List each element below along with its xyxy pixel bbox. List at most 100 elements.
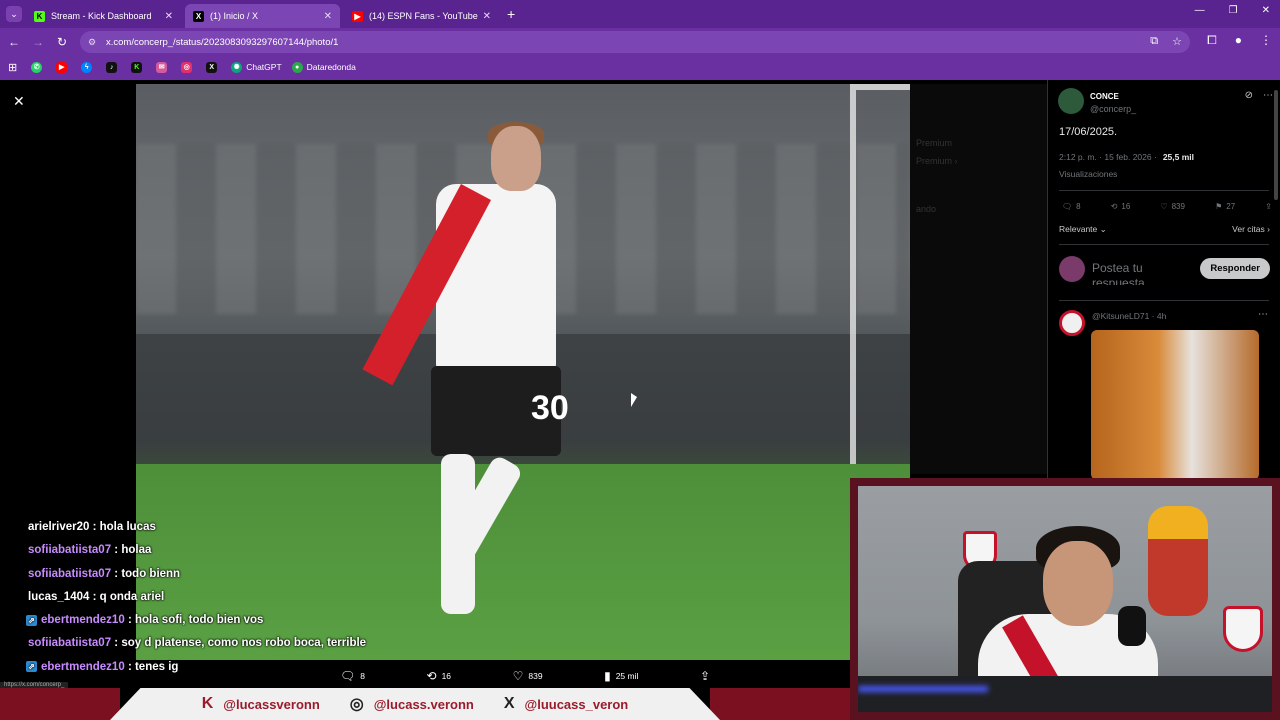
close-icon[interactable]: ✕ <box>13 93 25 110</box>
repost-button[interactable]: ⟲ 16 <box>1111 202 1131 211</box>
bookmark-whatsapp[interactable]: ✆ <box>31 61 46 73</box>
tweet-side-panel: CONCE @concerp_ ⊘ ⋯ 17/06/2025. 2:12 p. … <box>1047 80 1280 480</box>
bookmark-label: ChatGPT <box>246 62 282 72</box>
install-app-icon[interactable]: ⧉ <box>1150 35 1158 48</box>
bookmark-chatgpt[interactable]: ✺ ChatGPT <box>231 61 282 73</box>
tab-youtube[interactable]: ▶ (14) ESPN Fans - YouTube ✕ <box>344 4 499 28</box>
bookmark-kick[interactable]: K <box>131 61 146 73</box>
reply-button[interactable]: 🗨 8 <box>340 669 365 683</box>
close-icon[interactable]: ✕ <box>324 11 332 22</box>
jersey-number: 30 <box>531 389 569 427</box>
user-handle[interactable]: @concerp_ <box>1090 104 1136 114</box>
tweet-timestamp[interactable]: 2:12 p. m. · 15 feb. 2026 · <box>1059 152 1157 162</box>
avatar[interactable] <box>1059 310 1085 336</box>
grok-icon[interactable]: ⊘ <box>1245 90 1253 101</box>
repost-icon: ⟲ <box>1110 202 1118 211</box>
anime-figure <box>1148 506 1208 616</box>
repost-count: 16 <box>441 671 452 681</box>
bookmark-button[interactable]: ⚑ 27 <box>1215 202 1235 211</box>
address-bar[interactable]: ⚙ x.com/concerp_/status/2023083093297607… <box>80 31 1190 53</box>
tweet-meta: 2:12 p. m. · 15 feb. 2026 · 25,5 mil <box>1059 152 1194 162</box>
tiktok-icon: ♪ <box>106 61 118 73</box>
divider <box>1059 190 1269 191</box>
webcam-overlay <box>850 478 1280 720</box>
bookmark-youtube[interactable]: ▶ <box>56 61 71 73</box>
like-count: 839 <box>1171 202 1185 211</box>
more-icon[interactable]: ⋯ <box>1263 90 1273 101</box>
tab-kick-dashboard[interactable]: K Stream - Kick Dashboard ✕ <box>26 4 181 28</box>
like-button[interactable]: ♡ 839 <box>513 669 543 683</box>
x-icon: X <box>206 61 218 73</box>
reply-input[interactable]: Postea tu respuesta <box>1092 261 1172 285</box>
chat-message: sofiiabatiista07 : soy d platense, como … <box>0 633 420 656</box>
repost-button[interactable]: ⟲ 16 <box>427 669 452 683</box>
led-strip <box>858 686 988 692</box>
avatar[interactable] <box>1058 88 1084 114</box>
close-icon[interactable]: ✕ <box>483 11 491 22</box>
chat-message: arielriver20 : hola lucas <box>0 517 420 540</box>
share-button[interactable]: ⇪ <box>1265 202 1272 211</box>
like-button[interactable]: ♡ 839 <box>1160 202 1185 211</box>
quotes-link[interactable]: Ver citas › <box>1232 224 1270 234</box>
bookmark-instagram[interactable]: ◎ <box>181 61 196 73</box>
chevron-down-icon: ⌄ <box>1099 224 1107 234</box>
reply-handle[interactable]: @KitsuneLD71 · 4h <box>1092 311 1166 321</box>
chat-username: arielriver20 <box>28 521 90 533</box>
forward-icon[interactable]: → <box>26 35 50 49</box>
bookmark-dataredonda[interactable]: ● Dataredonda <box>291 61 356 73</box>
browser-chrome: ⌄ K Stream - Kick Dashboard ✕ X (1) Inic… <box>0 0 1280 80</box>
site-info-icon[interactable]: ⚙ <box>88 37 98 48</box>
more-icon[interactable]: ⋯ <box>1258 309 1268 320</box>
bookmark-tiktok[interactable]: ♪ <box>106 61 121 73</box>
chat-text: : soy d platense, como nos robo boca, te… <box>114 637 367 650</box>
social-handles-banner: K @lucassveronn ◎ @lucass.veronn X @luucass… <box>110 688 720 720</box>
chat-text: : holaa <box>114 544 152 557</box>
share-icon: ⇪ <box>699 669 710 683</box>
bookmark-mail[interactable]: ✉ <box>156 61 171 73</box>
chat-username: lucas_1404 <box>28 590 90 603</box>
instagram-icon: ◎ <box>349 696 364 713</box>
scrollbar[interactable] <box>1274 90 1278 200</box>
view-count: 25 mil <box>615 671 639 681</box>
profile-avatar[interactable]: ● <box>1235 33 1242 48</box>
divider <box>1059 300 1269 301</box>
bookmarks-bar: ⊞ ✆ ▶ ϟ ♪ K ✉ ◎ X ✺ ChatGPT ● Dataredonda <box>0 56 1280 78</box>
chat-username: sofiiabatiista07 <box>28 567 112 580</box>
bookmark-messenger[interactable]: ϟ <box>81 61 96 73</box>
new-tab-button[interactable]: + <box>507 6 515 22</box>
webcam-feed <box>858 486 1272 712</box>
bookmark-star-icon[interactable]: ☆ <box>1172 35 1182 48</box>
reply-button[interactable]: 🗨 8 <box>1062 202 1081 211</box>
tweet-action-bar: 🗨 8 ⟲ 16 ♡ 839 ⚑ 27 ⇪ <box>1062 202 1272 211</box>
close-icon[interactable]: ✕ <box>165 11 173 22</box>
back-icon[interactable]: ← <box>2 35 26 49</box>
display-name[interactable]: CONCE <box>1090 92 1119 101</box>
restore-icon[interactable]: ❐ <box>1229 5 1238 16</box>
close-window-icon[interactable]: ✕ <box>1262 5 1270 16</box>
reply-submit-button[interactable]: Responder <box>1200 258 1270 279</box>
address-row: ← → ↻ ⚙ x.com/concerp_/status/2023083093… <box>0 28 1280 56</box>
social-handle: @luucass_veron <box>524 696 629 712</box>
apps-grid-icon[interactable]: ⊞ <box>8 61 17 74</box>
tab-x-inicio[interactable]: X (1) Inicio / X ✕ <box>185 4 340 28</box>
extensions-icon[interactable]: ⧠ <box>1207 33 1217 48</box>
microphone <box>1118 606 1146 646</box>
reload-icon[interactable]: ↻ <box>50 35 74 49</box>
player-head <box>491 126 541 191</box>
tab-label: (1) Inicio / X <box>210 11 259 21</box>
minimize-icon[interactable]: — <box>1195 5 1205 16</box>
views-button[interactable]: ▮ 25 mil <box>604 669 638 683</box>
sort-dropdown[interactable]: Relevante ⌄ <box>1059 224 1107 235</box>
mail-icon: ✉ <box>156 61 168 73</box>
social-kick: K @lucassveronn <box>202 695 320 713</box>
reply-image[interactable] <box>1091 330 1259 480</box>
instagram-icon: ◎ <box>181 61 193 73</box>
bookmark-x[interactable]: X <box>206 61 221 73</box>
bookmark-count: 27 <box>1226 202 1236 211</box>
kebab-menu-icon[interactable]: ⋮ <box>1260 33 1272 48</box>
toolbar-extras: ⧠ ● ⋮ <box>1207 33 1272 48</box>
url-text[interactable]: x.com/concerp_/status/202308309329760714… <box>106 37 338 48</box>
tab-search-icon[interactable]: ⌄ <box>6 6 22 22</box>
share-button[interactable]: ⇪ <box>700 669 710 683</box>
chat-message: lucas_1404 : q onda ariel <box>0 587 420 610</box>
